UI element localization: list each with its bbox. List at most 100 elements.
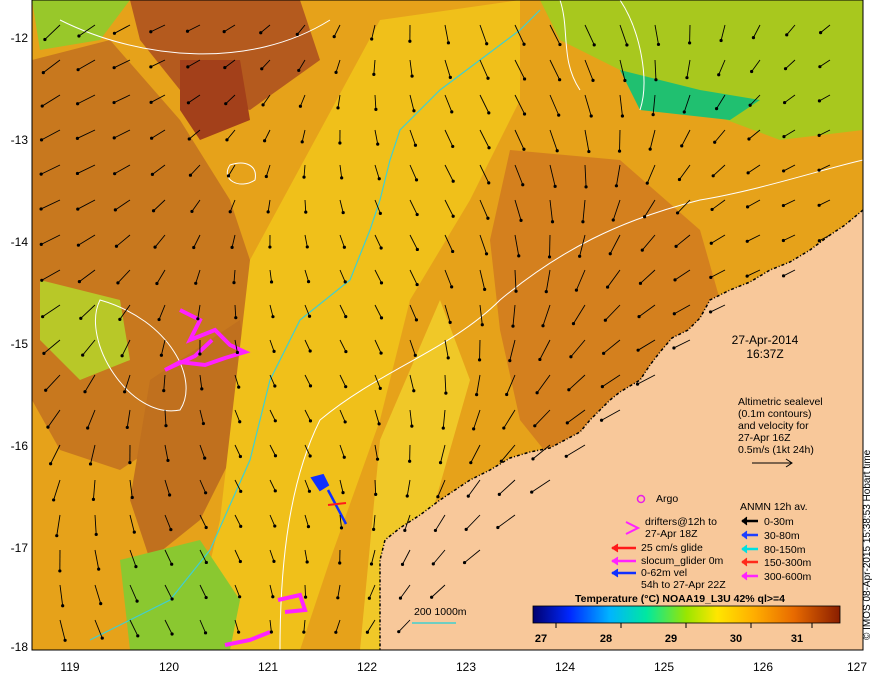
velocity-arrow-head xyxy=(747,137,751,141)
velocity-arrow-head xyxy=(88,462,93,466)
velocity-arrow-head xyxy=(170,632,174,636)
velocity-arrow-head xyxy=(164,424,168,428)
velocity-arrow-head xyxy=(76,68,80,72)
velocity-arrow-head xyxy=(338,561,342,565)
velocity-arrow-head xyxy=(412,109,416,113)
velocity-arrow-head xyxy=(817,168,821,172)
colorbar xyxy=(532,605,841,624)
velocity-arrow-head xyxy=(112,136,116,140)
velocity-arrow-head xyxy=(365,630,370,634)
velocity-arrow-head xyxy=(273,524,277,528)
velocity-arrow-head xyxy=(538,357,542,362)
velocity-arrow-head xyxy=(477,358,482,362)
velocity-arrow-head xyxy=(448,320,452,325)
velocity-arrow-head xyxy=(602,351,606,355)
velocity-arrow-head xyxy=(372,527,376,531)
velocity-arrow-head xyxy=(541,324,545,328)
velocity-arrow-head xyxy=(817,203,821,207)
velocity-arrow-head xyxy=(451,249,455,254)
velocity-arrow-head xyxy=(522,77,527,81)
velocity-arrow-head xyxy=(305,560,309,564)
velocity-arrow-head xyxy=(295,32,299,37)
velocity-arrow-head xyxy=(782,169,786,173)
velocity-arrow-head xyxy=(305,245,309,249)
velocity-arrow-head xyxy=(414,178,419,182)
velocity-arrow-head xyxy=(410,424,414,428)
velocity-arrow-head xyxy=(746,171,750,175)
velocity-arrow-head xyxy=(75,136,80,140)
velocity-arrow-head xyxy=(487,111,491,115)
velocity-arrow-head xyxy=(487,181,491,185)
velocity-arrow-head xyxy=(232,281,236,285)
velocity-arrow-head xyxy=(675,211,680,215)
velocity-arrow-head xyxy=(400,562,405,566)
velocity-arrow-head xyxy=(483,287,487,291)
velocity-arrow-head xyxy=(157,317,161,322)
velocity-arrow-head xyxy=(86,426,90,430)
velocity-arrow-head xyxy=(569,355,573,359)
velocity-arrow xyxy=(304,584,307,598)
velocity-arrow-head xyxy=(297,68,301,73)
velocity-arrow-head xyxy=(408,459,412,463)
velocity-arrow-head xyxy=(369,562,374,566)
velocity-arrow-head xyxy=(238,559,242,564)
velocity-arrow-head xyxy=(433,528,438,533)
velocity-arrow-head xyxy=(120,354,124,358)
velocity-arrow-head xyxy=(398,596,403,600)
velocity-arrow-head xyxy=(486,216,490,220)
velocity-arrow-head xyxy=(578,254,582,258)
velocity-arrow-head xyxy=(203,456,207,460)
velocity-arrow-head xyxy=(268,245,272,249)
velocity-arrow-head xyxy=(486,76,490,80)
velocity-arrow-head xyxy=(448,75,452,79)
velocity-arrow-head xyxy=(782,135,786,139)
velocity-arrow-head xyxy=(517,254,521,258)
y-tick-label: -17 xyxy=(10,541,28,555)
velocity-arrow-head xyxy=(466,494,470,498)
x-tick-label: 122 xyxy=(356,660,378,674)
velocity-arrow-head xyxy=(79,316,83,320)
velocity-arrow-head xyxy=(308,349,312,353)
velocity-arrow-head xyxy=(608,252,612,256)
velocity-arrow-head xyxy=(514,289,518,293)
velocity-arrow-head xyxy=(643,215,647,219)
velocity-arrow-head xyxy=(584,185,588,189)
velocity-arrow-head xyxy=(415,247,419,252)
velocity-arrow-head xyxy=(238,595,242,599)
velocity-arrow-head xyxy=(230,245,234,249)
velocity-arrow-head xyxy=(136,634,140,638)
velocity-arrow-head xyxy=(263,139,267,143)
velocity-arrow-head xyxy=(587,149,591,154)
velocity-arrow-head xyxy=(783,100,787,105)
velocity-arrow-head xyxy=(272,559,276,563)
velocity-arrow-head xyxy=(397,630,401,634)
velocity-arrow-head xyxy=(204,491,208,495)
velocity-arrow-head xyxy=(785,33,789,37)
velocity-arrow-head xyxy=(118,317,122,322)
drifters-line: 27-Apr 18Z xyxy=(645,528,698,540)
velocity-arrow-head xyxy=(680,144,684,148)
velocity-arrow-head xyxy=(522,112,527,116)
velocity-arrow-head xyxy=(469,461,473,465)
velocity-arrow-head xyxy=(431,562,435,566)
velocity-arrow-head xyxy=(306,280,311,284)
x-tick-label: 126 xyxy=(752,660,774,674)
vel-line: 54h to 27-Apr 22Z xyxy=(641,579,726,591)
velocity-arrow-head xyxy=(412,389,416,393)
velocity-arrow-head xyxy=(530,490,534,494)
velocity-arrow-head xyxy=(43,37,47,42)
velocity-arrow-head xyxy=(113,172,117,176)
velocity-arrow-head xyxy=(547,255,552,259)
velocity-arrow-head xyxy=(635,382,640,386)
velocity-arrow-head xyxy=(340,176,344,180)
velocity-arrow-head xyxy=(116,281,120,285)
velocity-arrow-head xyxy=(169,527,173,532)
colorbar-label: 27 xyxy=(534,633,548,645)
velocity-arrow-head xyxy=(186,65,190,69)
velocity-arrow-head xyxy=(656,42,661,47)
date-text: 27-Apr-2014 xyxy=(731,333,799,347)
velocity-arrow-head xyxy=(83,390,87,394)
velocity-arrow-head xyxy=(77,280,81,284)
velocity-arrow-head xyxy=(379,246,383,250)
velocity-arrow-head xyxy=(271,315,275,319)
